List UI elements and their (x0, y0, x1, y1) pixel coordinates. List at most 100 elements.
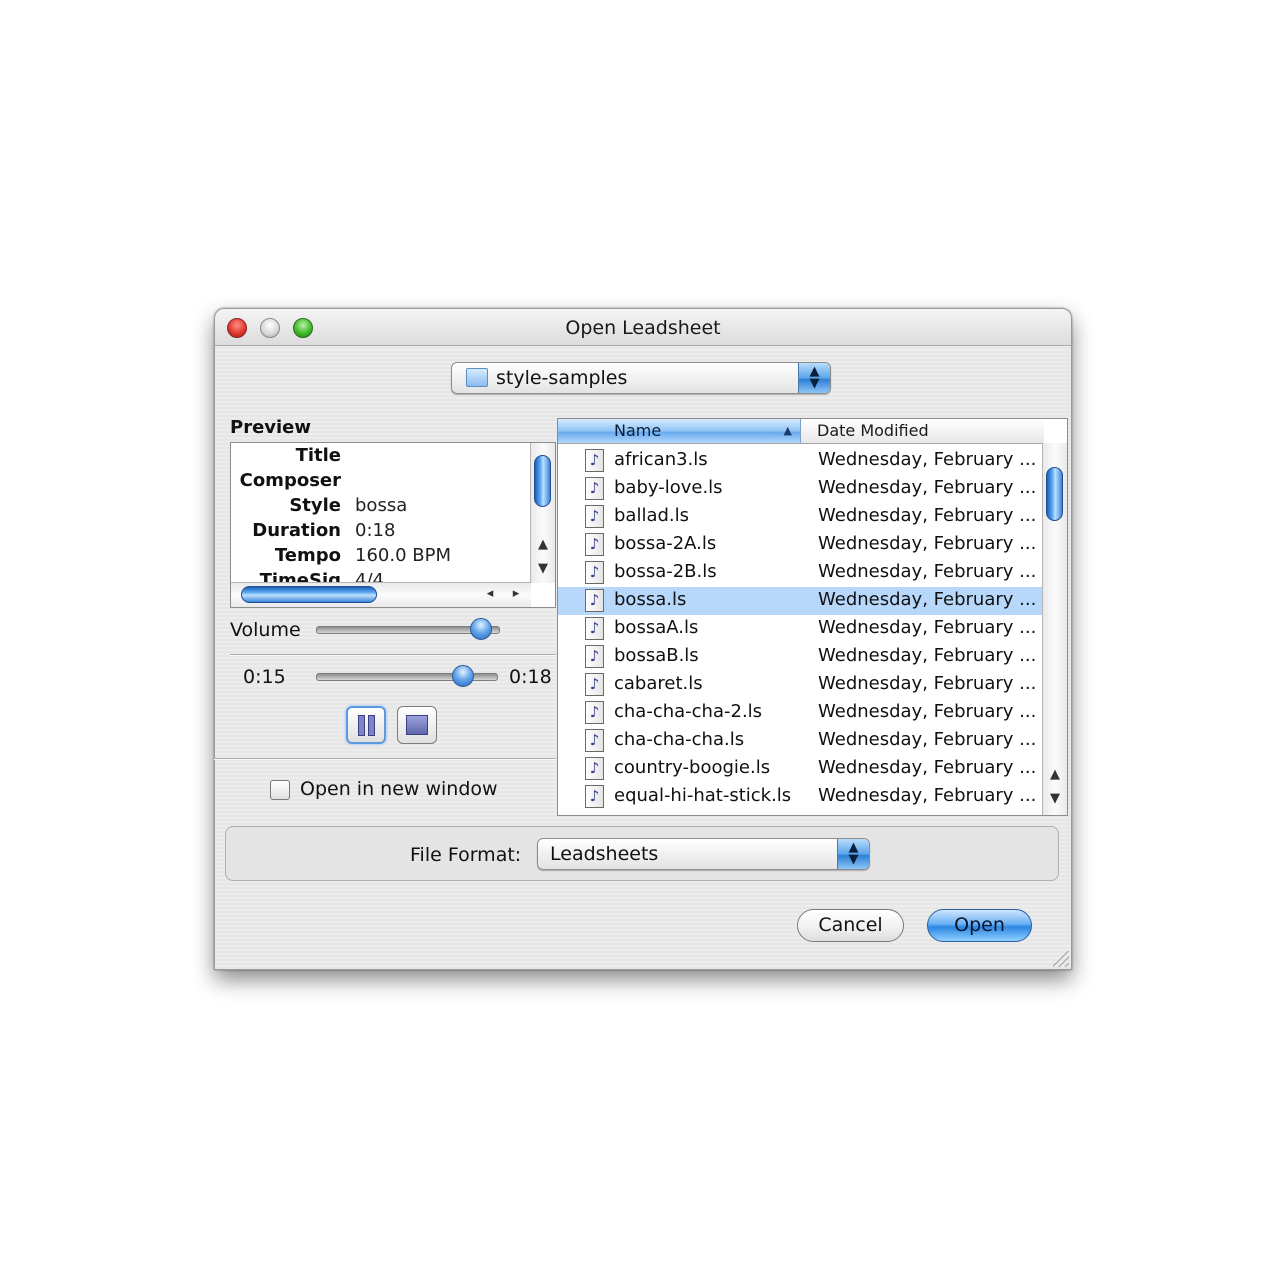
preview-horizontal-scrollbar[interactable]: ◂ ▸ (231, 582, 531, 607)
title-bar[interactable]: Open Leadsheet (215, 309, 1071, 346)
music-note-file-icon: ♪ (585, 617, 604, 640)
file-row[interactable]: ♪ bossaA.ls Wednesday, February ... (558, 615, 1044, 643)
file-format-popup[interactable]: Leadsheets ▲ ▼ (537, 838, 870, 870)
scroll-down-arrow-icon[interactable]: ▼ (1044, 791, 1066, 806)
music-note-file-icon: ♪ (585, 701, 604, 724)
popup-arrows-icon: ▲ ▼ (837, 839, 869, 869)
file-date-modified: Wednesday, February ... (818, 533, 1037, 554)
file-name: bossa-2A.ls (614, 533, 717, 554)
preview-field-value: 160.0 BPM (355, 545, 451, 566)
preview-field-row: Style bossa (237, 495, 523, 520)
divider (214, 758, 556, 760)
file-row[interactable]: ♪ african3.ls Wednesday, February ... (558, 447, 1044, 475)
file-name: bossa-2B.ls (614, 561, 717, 582)
column-header-name[interactable]: Name ▲ (558, 419, 801, 443)
file-date-modified: Wednesday, February ... (818, 757, 1037, 778)
music-note-file-icon: ♪ (585, 757, 604, 780)
file-name: bossaB.ls (614, 645, 699, 666)
file-date-modified: Wednesday, February ... (818, 561, 1037, 582)
volume-slider-knob[interactable] (469, 618, 492, 640)
file-list-vscroll-thumb[interactable] (1046, 467, 1063, 521)
file-date-modified: Wednesday, February ... (818, 785, 1037, 806)
music-note-file-icon: ♪ (585, 785, 604, 808)
preview-field-key: Title (295, 445, 341, 466)
open-in-new-window-label[interactable]: Open in new window (300, 778, 498, 800)
cancel-button[interactable]: Cancel (797, 909, 904, 942)
file-list-header: Name ▲ Date Modified (558, 419, 1044, 444)
window-title: Open Leadsheet (565, 317, 721, 339)
resize-grip-icon[interactable] (1053, 951, 1069, 967)
preview-fields: Title Composer Style bossa Duration 0:18 Tempo… (237, 445, 523, 595)
file-date-modified: Wednesday, February ... (818, 589, 1037, 610)
open-in-new-window-checkbox[interactable] (270, 780, 290, 800)
preview-field-row: Title (237, 445, 523, 470)
file-date-modified: Wednesday, February ... (818, 701, 1037, 722)
total-time: 0:18 (509, 666, 552, 688)
pause-button[interactable] (346, 706, 386, 744)
file-format-value: Leadsheets (550, 843, 659, 865)
scroll-right-arrow-icon[interactable]: ▸ (505, 586, 527, 601)
file-name: bossaA.ls (614, 617, 699, 638)
file-date-modified: Wednesday, February ... (818, 645, 1037, 666)
file-row[interactable]: ♪ cha-cha-cha-2.ls Wednesday, February ... (558, 699, 1044, 727)
position-slider-knob[interactable] (452, 665, 474, 687)
music-note-file-icon: ♪ (585, 589, 604, 612)
file-date-modified: Wednesday, February ... (818, 449, 1037, 470)
open-button[interactable]: Open (927, 909, 1032, 942)
preview-field-key: Style (289, 495, 341, 516)
music-note-file-icon: ♪ (585, 477, 604, 500)
music-note-file-icon: ♪ (585, 505, 604, 528)
column-header-date-modified[interactable]: Date Modified (801, 419, 1044, 443)
divider (230, 654, 556, 656)
stop-button[interactable] (397, 706, 437, 744)
file-browser: Name ▲ Date Modified ♪ african3.ls Wednesd… (557, 418, 1068, 816)
column-date-label: Date Modified (817, 421, 929, 440)
file-row[interactable]: ♪ equal-hi-hat-stick.ls Wednesday, Februar… (558, 783, 1044, 811)
file-row[interactable]: ♪ cabaret.ls Wednesday, February ... (558, 671, 1044, 699)
file-name: country-boogie.ls (614, 757, 771, 778)
file-list-vertical-scrollbar[interactable]: ▲ ▼ (1042, 443, 1067, 815)
file-format-label: File Format: (410, 844, 522, 866)
preview-hscroll-thumb[interactable] (241, 586, 377, 603)
preview-label: Preview (230, 417, 312, 438)
file-name: bossa.ls (614, 589, 687, 610)
stop-icon (406, 715, 428, 735)
scroll-down-arrow-icon[interactable]: ▼ (532, 561, 554, 576)
preview-info-box: Title Composer Style bossa Duration 0:18 Tempo… (230, 442, 556, 608)
file-rows: ♪ african3.ls Wednesday, February ... ♪ baby… (558, 447, 1044, 811)
file-row[interactable]: ♪ bossa-2A.ls Wednesday, February ... (558, 531, 1044, 559)
scroll-up-arrow-icon[interactable]: ▲ (532, 537, 554, 552)
preview-field-value: bossa (355, 495, 408, 516)
music-note-file-icon: ♪ (585, 645, 604, 668)
scroll-up-arrow-icon[interactable]: ▲ (1044, 767, 1066, 782)
volume-label: Volume (230, 619, 301, 641)
preview-vscroll-thumb[interactable] (534, 455, 551, 507)
preview-field-value: 0:18 (355, 520, 396, 541)
file-name: cabaret.ls (614, 673, 703, 694)
file-name: baby-love.ls (614, 477, 723, 498)
preview-field-key: Duration (252, 520, 341, 541)
preview-field-row: Duration 0:18 (237, 520, 523, 545)
file-date-modified: Wednesday, February ... (818, 505, 1037, 526)
preview-field-row: Tempo 160.0 BPM (237, 545, 523, 570)
file-date-modified: Wednesday, February ... (818, 729, 1037, 750)
file-row[interactable]: ♪ bossa.ls Wednesday, February ... (558, 587, 1044, 615)
preview-field-row: Composer (237, 470, 523, 495)
file-row[interactable]: ♪ ballad.ls Wednesday, February ... (558, 503, 1044, 531)
file-name: equal-hi-hat-stick.ls (614, 785, 792, 806)
file-name: african3.ls (614, 449, 708, 470)
file-row[interactable]: ♪ baby-love.ls Wednesday, February ... (558, 475, 1044, 503)
file-row[interactable]: ♪ bossaB.ls Wednesday, February ... (558, 643, 1044, 671)
file-name: ballad.ls (614, 505, 690, 526)
scroll-left-arrow-icon[interactable]: ◂ (479, 586, 501, 601)
file-row[interactable]: ♪ country-boogie.ls Wednesday, February ..… (558, 755, 1044, 783)
file-date-modified: Wednesday, February ... (818, 477, 1037, 498)
location-popup[interactable]: style-samples ▲ ▼ (451, 362, 831, 394)
file-row[interactable]: ♪ cha-cha-cha.ls Wednesday, February ... (558, 727, 1044, 755)
file-date-modified: Wednesday, February ... (818, 673, 1037, 694)
music-note-file-icon: ♪ (585, 449, 604, 472)
music-note-file-icon: ♪ (585, 729, 604, 752)
preview-vertical-scrollbar[interactable]: ▲ ▼ (530, 443, 555, 583)
file-row[interactable]: ♪ bossa-2B.ls Wednesday, February ... (558, 559, 1044, 587)
preview-field-key: Composer (239, 470, 341, 491)
